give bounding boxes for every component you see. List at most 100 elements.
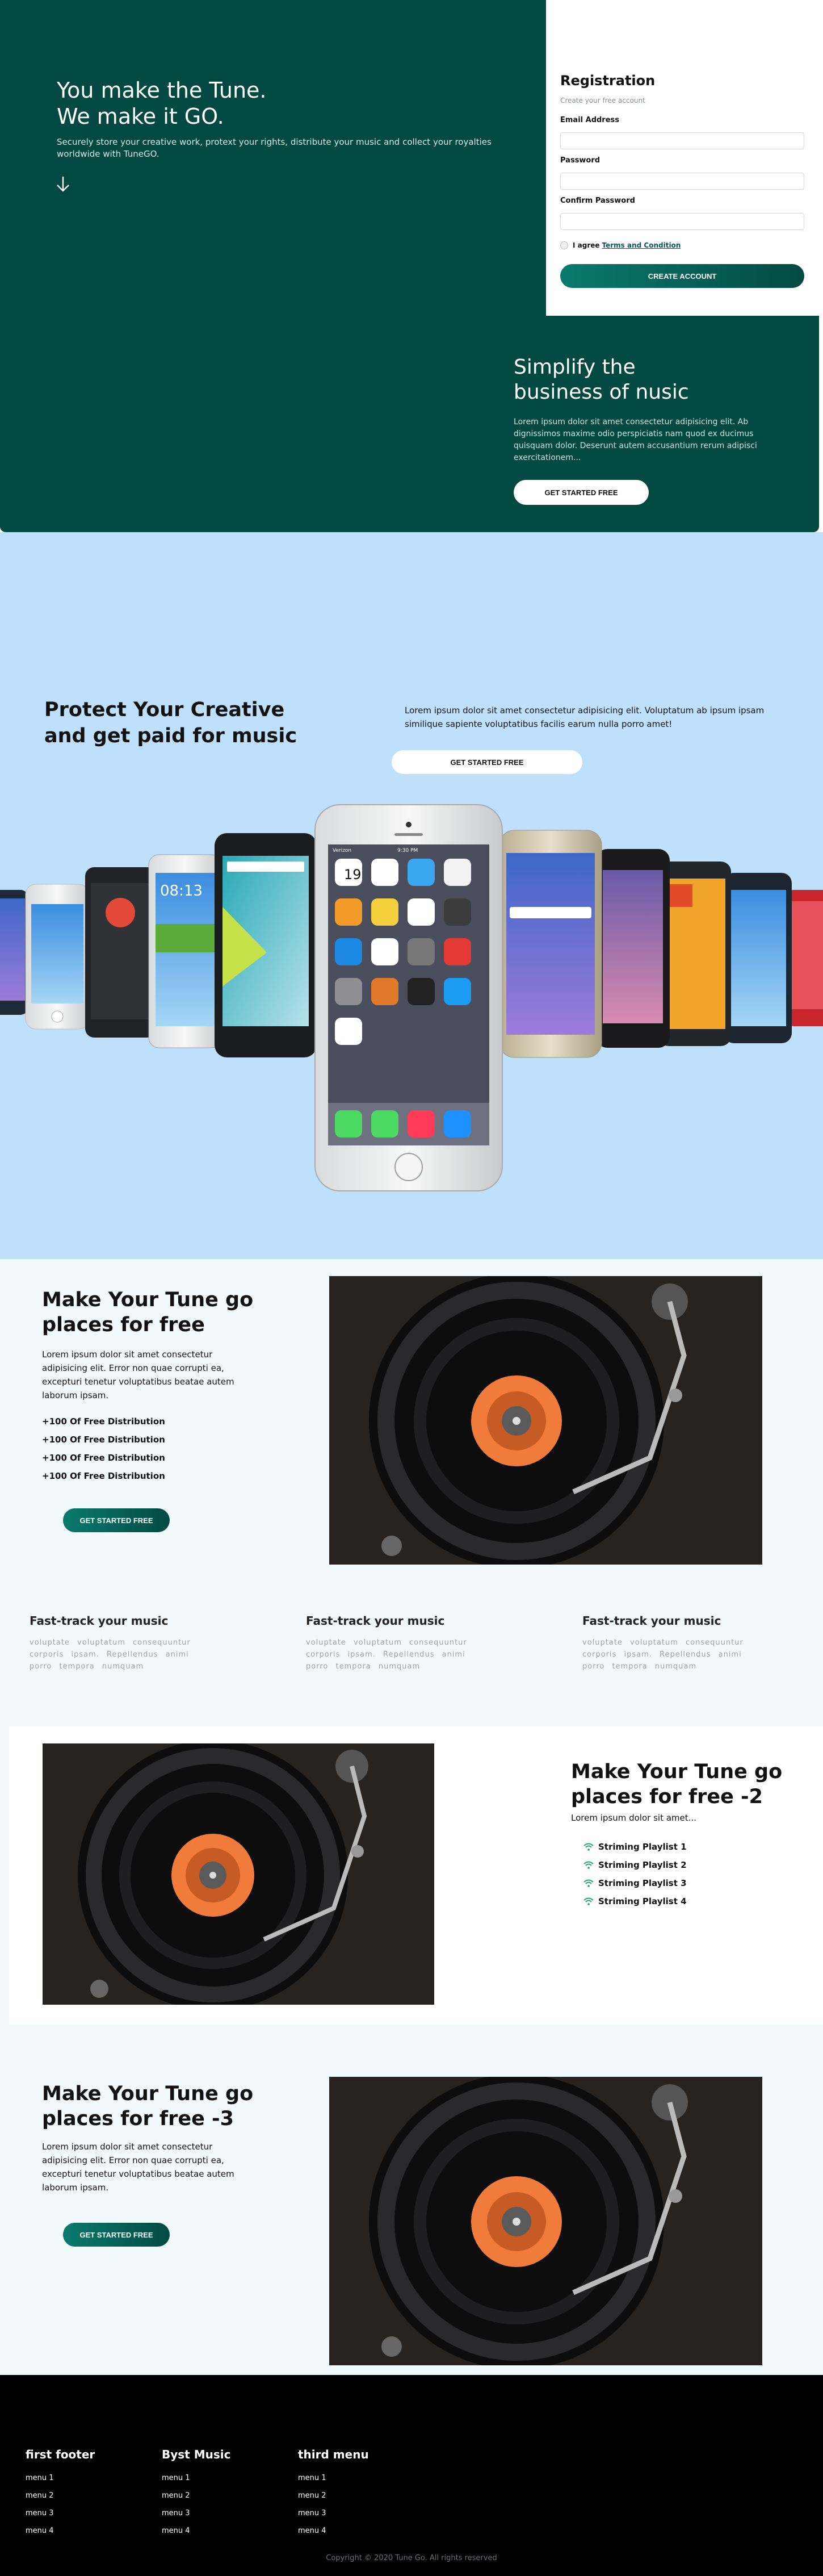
terms-link[interactable]: Terms and Condition bbox=[602, 241, 681, 249]
email-label: Email Address bbox=[560, 116, 620, 124]
footer-menu-item[interactable]: menu 4 bbox=[26, 2522, 95, 2540]
feature3-section: Make Your Tune go places for free -3 Lor… bbox=[0, 2025, 823, 2375]
phone-speaker bbox=[394, 833, 423, 836]
registration-title: Registration bbox=[560, 73, 656, 89]
signal-icon bbox=[583, 1897, 594, 1905]
playlist-item[interactable]: Striming Playlist 4 bbox=[583, 1892, 687, 1910]
feature1-list-item: +100 Of Free Distribution bbox=[42, 1453, 165, 1463]
phone-iphone-gold-screen bbox=[506, 853, 595, 1035]
simplify-title: Simplify the business of nusic bbox=[514, 355, 780, 405]
phone-iphone-black-screen bbox=[603, 870, 663, 1023]
footer: first footer menu 1 menu 2 menu 3 menu 4… bbox=[0, 2375, 823, 2576]
confirm-password-field[interactable] bbox=[560, 213, 804, 230]
phone-samsung-time: 08:13 bbox=[160, 883, 203, 900]
hero-section: You make the Tune. We make it GO. Secure… bbox=[0, 0, 823, 532]
simplify-block: Simplify the business of nusic Lorem ips… bbox=[514, 355, 780, 505]
turntable-image bbox=[329, 2077, 762, 2365]
phone-iphone-gold-search bbox=[510, 907, 591, 918]
email-field[interactable] bbox=[560, 132, 804, 149]
phone-home-button bbox=[394, 1153, 423, 1181]
feature1-text: Lorem ipsum dolor sit amet consectetur a… bbox=[42, 1349, 234, 1400]
feature1-list-item: +100 Of Free Distribution bbox=[42, 1416, 165, 1427]
phone-calendar-date: 19 bbox=[344, 867, 362, 883]
simplify-get-started-button[interactable]: GET STARTED FREE bbox=[514, 480, 649, 505]
playlist-label: Striming Playlist 3 bbox=[598, 1878, 687, 1888]
footer-menu-item[interactable]: menu 2 bbox=[26, 2487, 95, 2504]
playlist-item[interactable]: Striming Playlist 2 bbox=[583, 1856, 687, 1874]
feature2-section: Make Your Tune go places for free -2 Lor… bbox=[9, 1726, 823, 2025]
feature1-list: +100 Of Free Distribution +100 Of Free D… bbox=[42, 1412, 165, 1485]
footer-column-title: third menu bbox=[298, 2448, 369, 2461]
protect-section: Protect Your Creative and get paid for m… bbox=[0, 532, 823, 1259]
terms-agreement: I agree Terms and Condition bbox=[560, 241, 805, 249]
protect-text: Lorem ipsum dolor sit amet consectetur a… bbox=[405, 705, 765, 729]
footer-menu-item[interactable]: menu 3 bbox=[26, 2504, 95, 2522]
phone-galaxy-right-screen bbox=[729, 890, 786, 1026]
footer-menu-item[interactable]: menu 4 bbox=[162, 2522, 230, 2540]
footer-menu-item[interactable]: menu 4 bbox=[298, 2522, 369, 2540]
protect-title: Protect Your Creative and get paid for m… bbox=[44, 697, 297, 749]
footer-menu-item[interactable]: menu 2 bbox=[162, 2487, 230, 2504]
fast-track-column: Fast-track your music voluptate voluptat… bbox=[582, 1614, 753, 1672]
playlist-item[interactable]: Striming Playlist 1 bbox=[583, 1838, 687, 1856]
footer-column-title: Byst Music bbox=[162, 2448, 231, 2461]
fast-track-title: Fast-track your music bbox=[582, 1614, 721, 1628]
fast-track-text: voluptate voluptatum consequuntur corpor… bbox=[30, 1638, 191, 1671]
footer-menu-item[interactable]: menu 1 bbox=[26, 2469, 95, 2487]
footer-menu-item[interactable]: menu 1 bbox=[162, 2469, 230, 2487]
phone-nexus-left-wallpaper bbox=[106, 898, 135, 927]
footer-column-title: first footer bbox=[26, 2448, 95, 2461]
feature1-list-item: +100 Of Free Distribution bbox=[42, 1471, 165, 1481]
phone-clock: 9:30 PM bbox=[397, 848, 418, 854]
feature2-title-line2: places for free -2 bbox=[571, 1785, 763, 1808]
feature1-title-line2: places for free bbox=[42, 1314, 205, 1336]
create-account-button[interactable]: CREATE ACCOUNT bbox=[560, 264, 804, 288]
fast-track-column: Fast-track your music voluptate voluptat… bbox=[306, 1614, 476, 1672]
footer-menu-item[interactable]: menu 3 bbox=[298, 2504, 369, 2522]
copyright-text: Copyright © 2020 Tune Go. All rights res… bbox=[326, 2554, 497, 2562]
fast-track-text: voluptate voluptatum consequuntur corpor… bbox=[306, 1638, 467, 1671]
phone-far-left-screen bbox=[0, 898, 25, 1001]
feature2-text: Lorem ipsum dolor sit amet... bbox=[571, 1813, 696, 1823]
signal-icon bbox=[583, 1879, 594, 1887]
feature1-get-started-button[interactable]: GET STARTED FREE bbox=[63, 1508, 170, 1532]
feature1-title: Make Your Tune go places for free bbox=[42, 1287, 253, 1337]
footer-menu-item[interactable]: menu 3 bbox=[162, 2504, 230, 2522]
feature3-title: Make Your Tune go places for free -3 bbox=[42, 2081, 253, 2131]
protect-get-started-button[interactable]: GET STARTED FREE bbox=[392, 750, 582, 774]
simplify-title-line2: business of nusic bbox=[514, 380, 689, 404]
hero-title-line1: You make the Tune. bbox=[57, 78, 267, 103]
simplify-title-line1: Simplify the bbox=[514, 356, 636, 379]
feature1-title-line1: Make Your Tune go bbox=[42, 1289, 254, 1311]
protect-title-line2: and get paid for music bbox=[44, 725, 297, 747]
simplify-text: Lorem ipsum dolor sit amet consectetur a… bbox=[514, 417, 757, 462]
feature3-get-started-button[interactable]: GET STARTED FREE bbox=[63, 2223, 170, 2247]
password-label: Password bbox=[560, 156, 601, 165]
signal-icon bbox=[583, 1843, 594, 1851]
confirm-password-label: Confirm Password bbox=[560, 196, 635, 205]
signal-icon bbox=[583, 1861, 594, 1869]
feature1-section: Make Your Tune go places for free Lorem … bbox=[0, 1259, 823, 1726]
playlist-label: Striming Playlist 1 bbox=[598, 1842, 687, 1852]
footer-menu: menu 1 menu 2 menu 3 menu 4 bbox=[162, 2469, 230, 2540]
fast-track-column: Fast-track your music voluptate voluptat… bbox=[30, 1614, 200, 1672]
feature3-text: Lorem ipsum dolor sit amet consectetur a… bbox=[42, 2142, 234, 2193]
phone-google-search-bar bbox=[227, 862, 304, 872]
playlist-label: Striming Playlist 2 bbox=[598, 1860, 687, 1870]
hero-title: You make the Tune. We make it GO. bbox=[57, 77, 267, 129]
phone-samsung-left-grass bbox=[156, 924, 215, 952]
footer-menu-item[interactable]: menu 2 bbox=[298, 2487, 369, 2504]
playlist-list: Striming Playlist 1 Striming Playlist 2 … bbox=[583, 1838, 687, 1910]
footer-column: Byst Music menu 1 menu 2 menu 3 menu 4 bbox=[162, 2448, 230, 2540]
footer-menu-item[interactable]: menu 1 bbox=[298, 2469, 369, 2487]
agree-text: I agree bbox=[573, 241, 600, 249]
footer-column: first footer menu 1 menu 2 menu 3 menu 4 bbox=[26, 2448, 95, 2540]
password-field[interactable] bbox=[560, 173, 804, 190]
hero-description: Securely store your creative work, prote… bbox=[57, 137, 492, 159]
feature3-title-line2: places for free -3 bbox=[42, 2107, 234, 2130]
down-arrow-icon[interactable] bbox=[55, 175, 71, 193]
terms-checkbox[interactable] bbox=[560, 241, 568, 249]
turntable-image bbox=[43, 1743, 434, 2005]
playlist-item[interactable]: Striming Playlist 3 bbox=[583, 1874, 687, 1892]
fast-track-title: Fast-track your music bbox=[30, 1614, 169, 1628]
